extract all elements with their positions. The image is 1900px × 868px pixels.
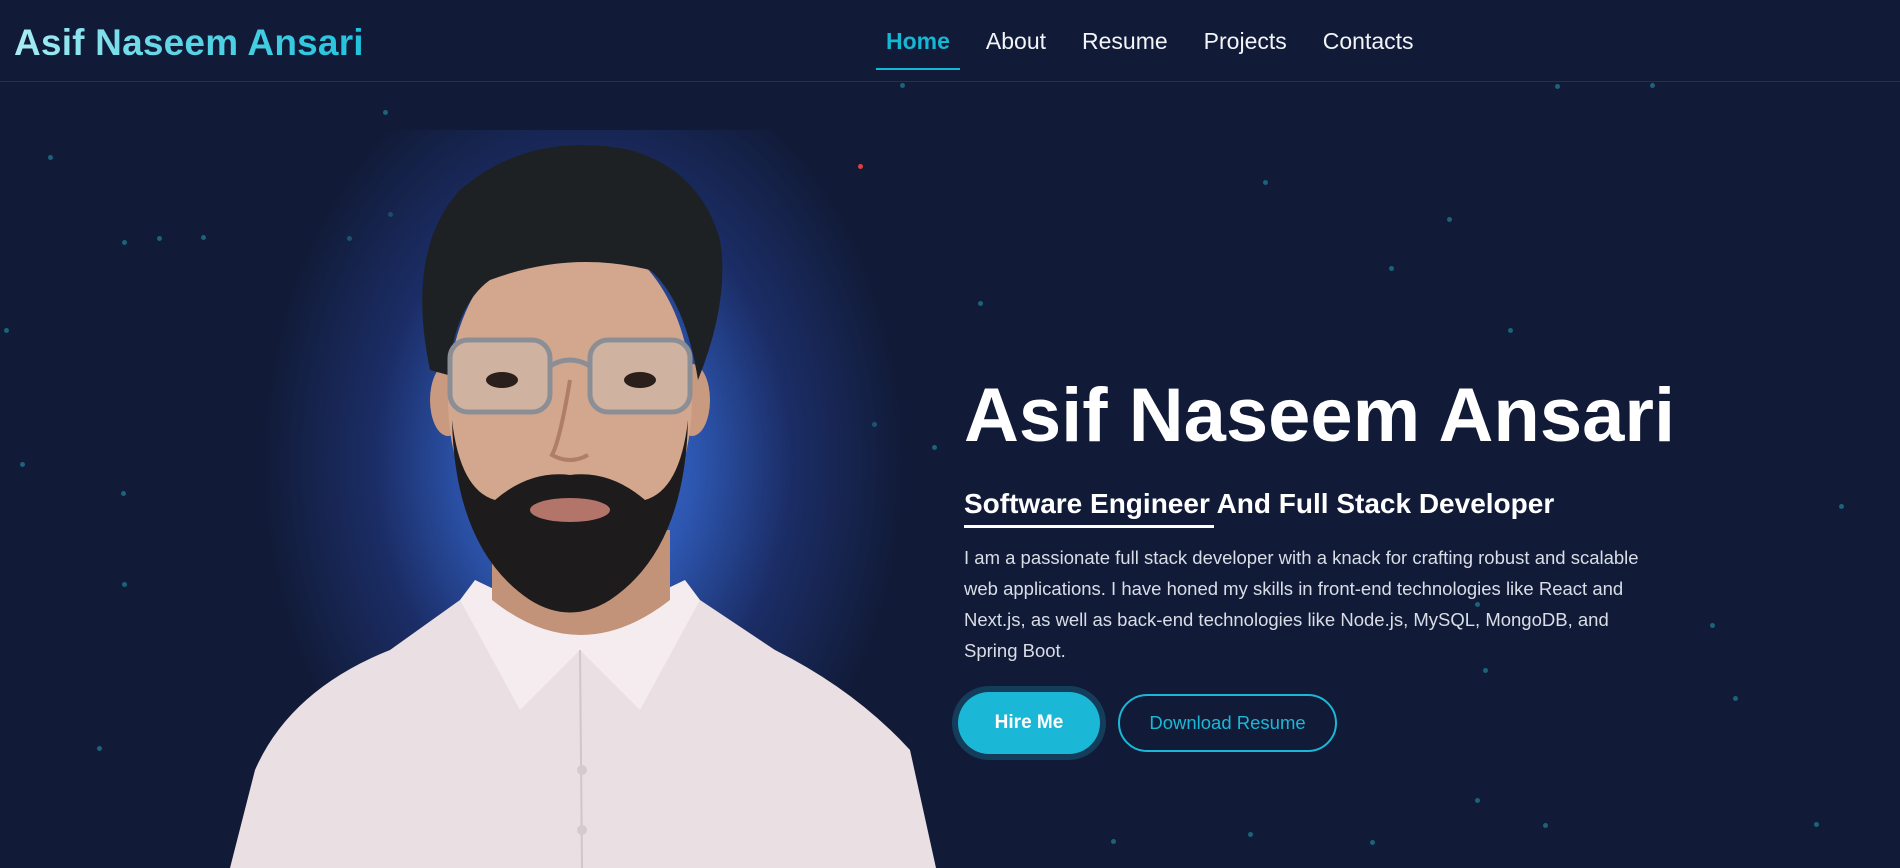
nav-contacts[interactable]: Contacts — [1305, 0, 1432, 82]
hero-title: Asif Naseem Ansari — [964, 370, 1684, 462]
hero-name-text: Asif Naseem Ansari — [964, 373, 1676, 459]
nav-about[interactable]: About — [968, 0, 1064, 82]
main-nav: Home About Resume Projects Contacts — [868, 0, 1432, 82]
download-resume-button[interactable]: Download Resume — [1118, 694, 1337, 752]
nav-home[interactable]: Home — [868, 0, 968, 82]
hero-description: I am a passionate full stack developer w… — [964, 547, 1639, 661]
site-header: Asif Naseem Ansari Home About Resume Pro… — [0, 0, 1900, 82]
nav-projects[interactable]: Projects — [1186, 0, 1305, 82]
site-logo[interactable]: Asif Naseem Ansari — [14, 22, 364, 64]
red-particle — [858, 164, 863, 169]
portrait-illustration — [230, 145, 936, 868]
hero-section: Asif Naseem Ansari Software Engineer And… — [958, 370, 1684, 754]
profile-photo — [230, 130, 936, 868]
nav-resume[interactable]: Resume — [1064, 0, 1186, 82]
hero-actions: Hire Me Download Resume — [958, 692, 1684, 754]
hire-me-button[interactable]: Hire Me — [958, 692, 1100, 754]
hero-subtitle: Software Engineer And Full Stack Develop… — [964, 488, 1554, 528]
